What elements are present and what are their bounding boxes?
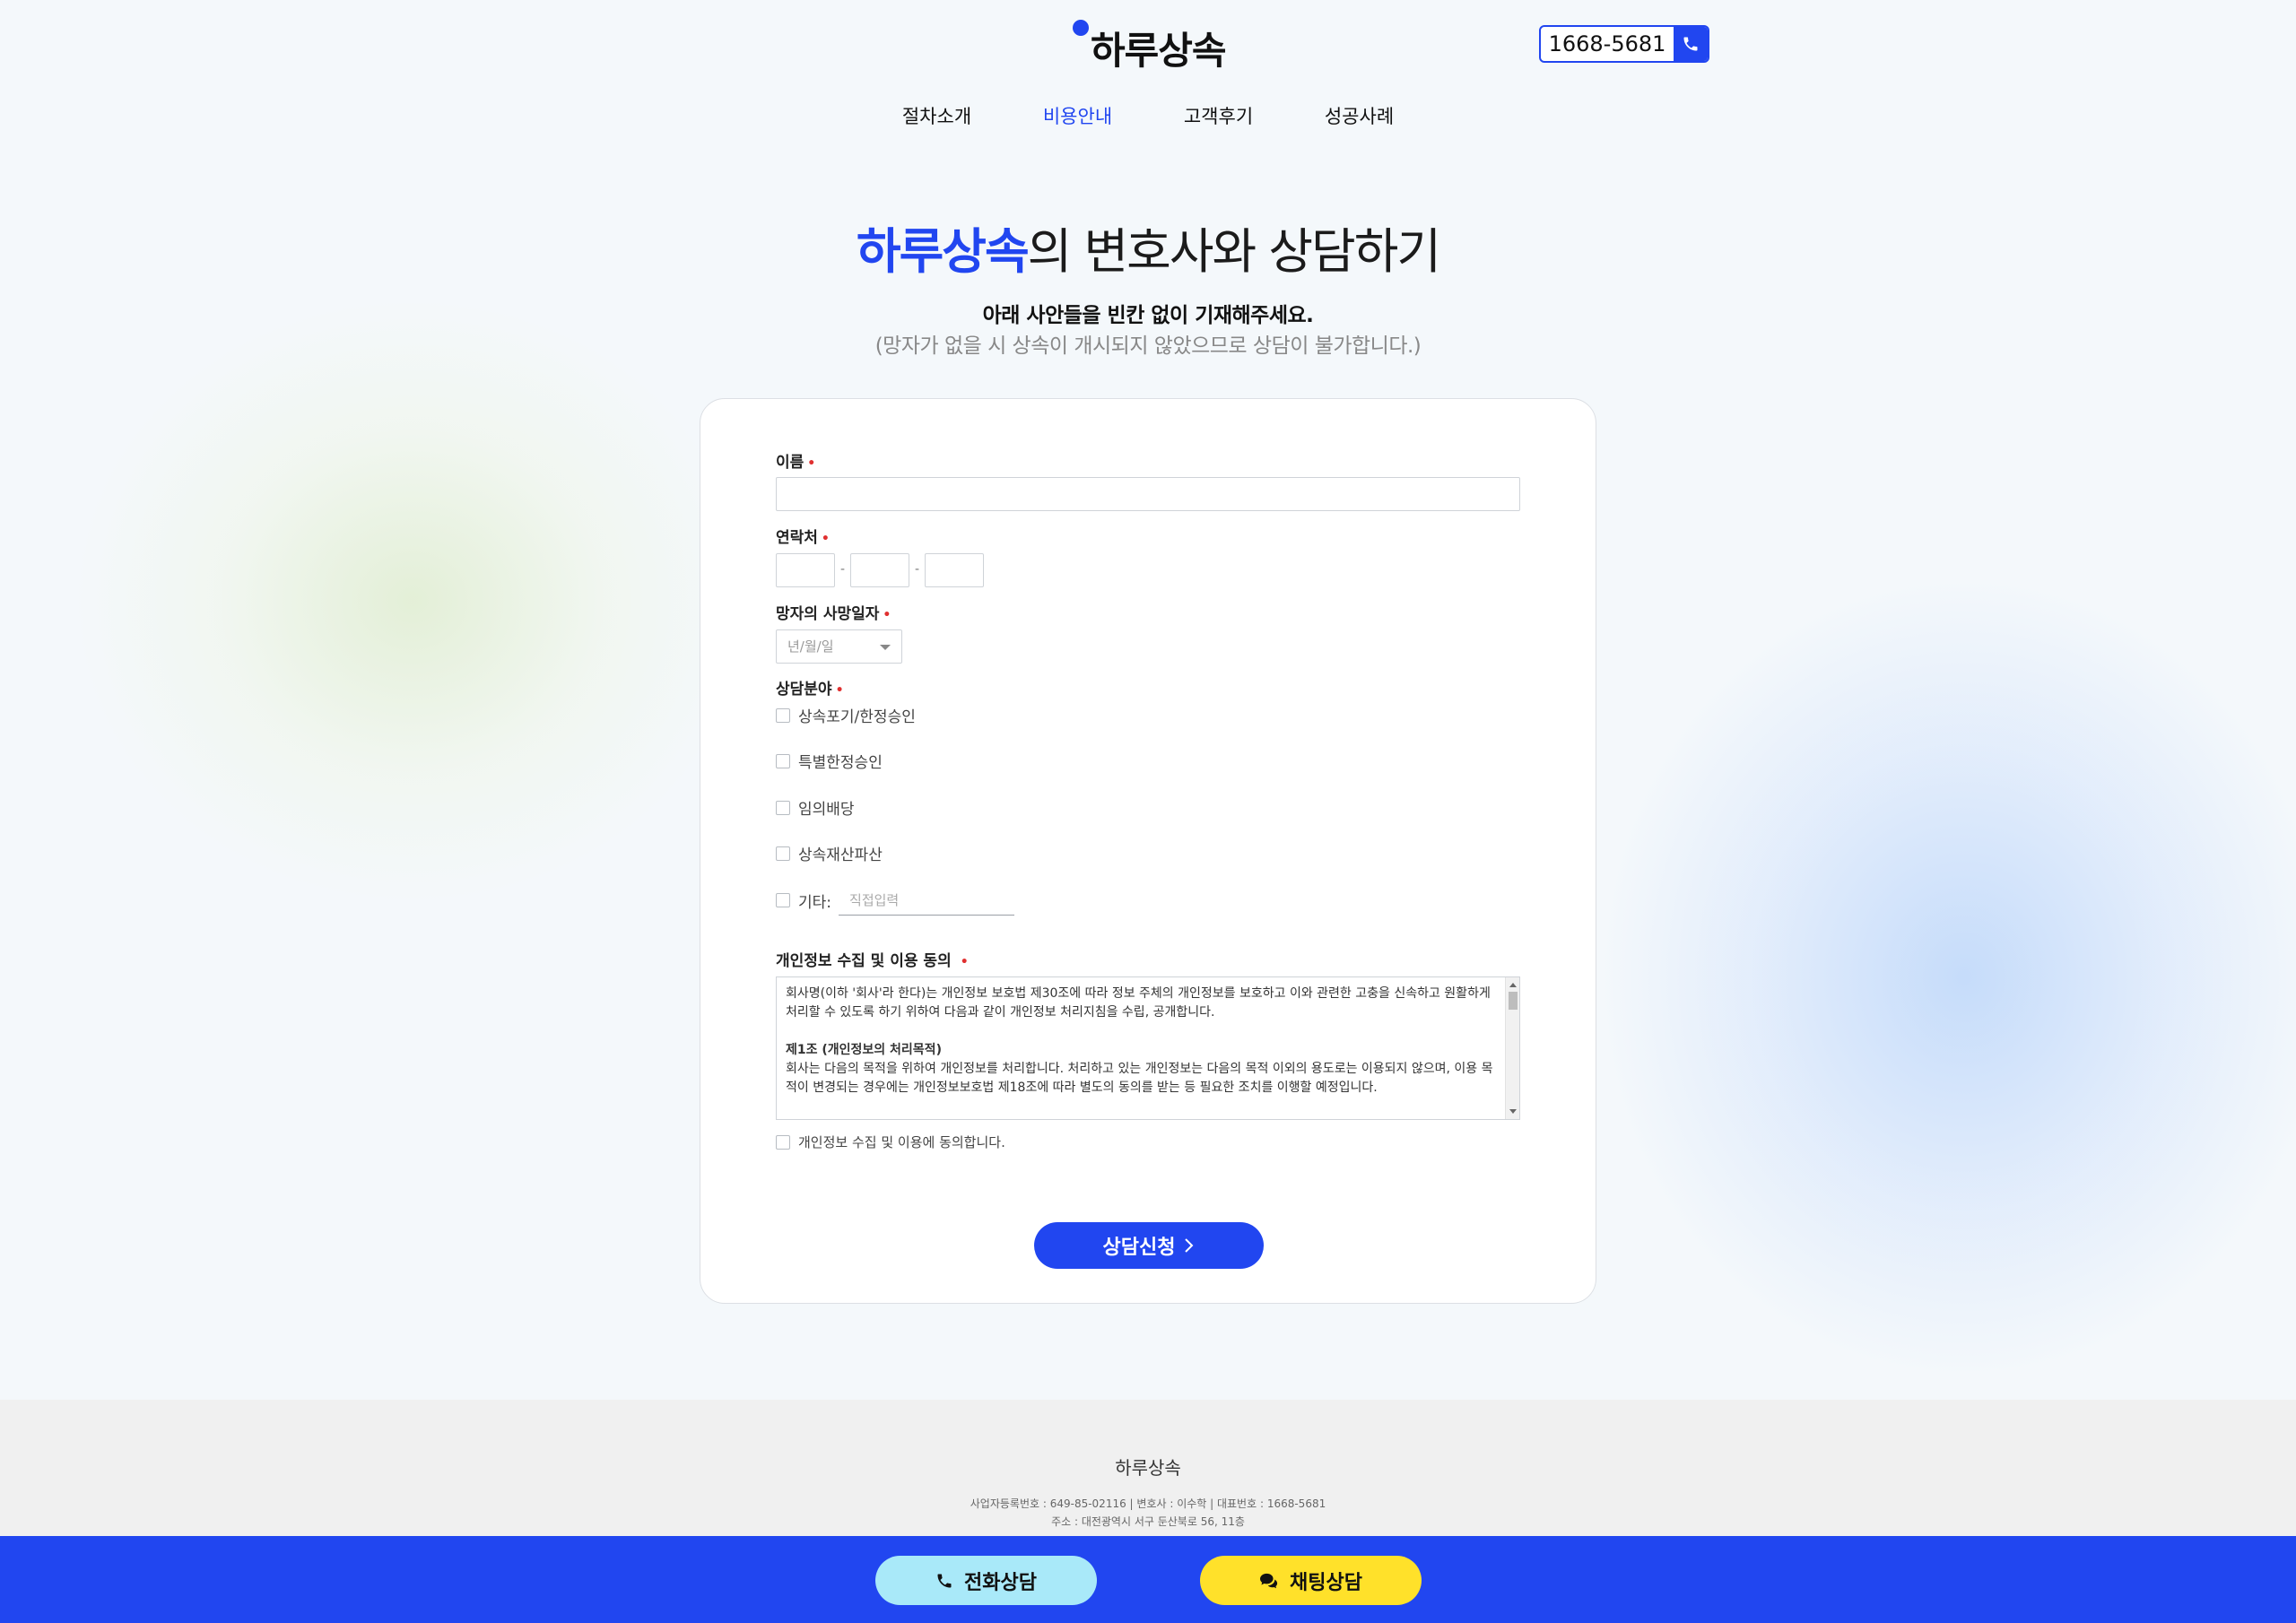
consult-option-label: 상속재산파산 [798,846,883,864]
submit-button[interactable]: 상담신청 [1034,1222,1264,1269]
name-label: 이름 • [776,449,815,472]
contact-label: 연락처 • [776,525,830,547]
other-label: 기타: [798,893,832,912]
chevron-down-icon [880,645,891,650]
consult-option-renounce[interactable]: 상속포기/한정승인 [776,704,916,726]
privacy-label-text: 개인정보 수집 및 이용 동의 [776,952,952,970]
nav-item-procedure[interactable]: 절차소개 [866,102,1007,129]
privacy-policy-textbox[interactable]: 회사명(이하 '회사'라 한다)는 개인정보 보호법 제30조에 따라 정보 주… [776,976,1520,1120]
footer-address: 주소 : 대전광역시 서구 둔산북로 56, 11층 [1051,1515,1245,1528]
checkbox[interactable] [776,1134,790,1150]
consult-option-bankruptcy[interactable]: 상속재산파산 [776,842,883,864]
logo[interactable]: 하루상속 [1073,20,1227,75]
consult-option-label: 특별한정승인 [798,754,883,772]
nav-item-reviews[interactable]: 고객후기 [1148,102,1289,129]
header-phone-button[interactable]: 1668-5681 [1539,25,1709,63]
header-phone-number: 1668-5681 [1548,31,1666,56]
page-title-rest: 의 변호사와 상담하기 [1027,223,1441,280]
page-title: 하루상속의 변호사와 상담하기 [0,212,2296,282]
required-mark: • [821,532,830,546]
phone-field-1[interactable] [776,553,835,587]
privacy-intro: 회사명(이하 '회사'라 한다)는 개인정보 보호법 제30조에 따라 정보 주… [786,986,1491,1020]
death-date-label-text: 망자의 사망일자 [776,605,880,623]
privacy-label: 개인정보 수집 및 이용 동의 • [776,948,969,970]
consultation-form: 이름 • 연락처 • - - 망자의 사망일자 • 년/월/일 상담분야 • 상속포기/… [700,398,1596,1304]
phone-icon [1674,27,1708,61]
chevron-right-icon [1185,1238,1194,1253]
consult-option-label: 상속포기/한정승인 [798,708,916,726]
logo-dot-icon [1073,20,1089,36]
page-subtitle-note: (망자가 없을 시 상속이 개시되지 않았으므로 상담이 불가합니다.) [874,334,1422,358]
consult-option-special[interactable]: 특별한정승인 [776,750,883,772]
footer-business-info: 사업자등록번호 : 649-85-02116 | 변호사 : 이수학 | 대표번… [970,1497,1326,1510]
nav-item-cost[interactable]: 비용안내 [1007,102,1148,129]
checkbox[interactable] [776,846,790,861]
phone-separator: - [840,562,846,577]
name-input[interactable] [776,477,1520,511]
background-blob-left [72,296,753,906]
consult-option-label: 임의배당 [798,801,855,819]
required-mark: • [883,608,891,622]
consult-field-label-text: 상담분야 [776,681,832,699]
privacy-section-title: 제1조 (개인정보의 처리목적) [786,1043,942,1057]
submit-button-label: 상담신청 [1102,1237,1176,1259]
checkbox[interactable] [776,753,790,768]
consult-option-other[interactable]: 기타: 직접입력 [776,885,1015,916]
required-mark: • [960,955,969,969]
privacy-scrollbar[interactable] [1505,977,1519,1119]
death-date-placeholder: 년/월/일 [787,638,834,655]
required-mark: • [807,456,816,471]
page-subtitle: 아래 사안들을 빈칸 없이 기재해주세요. [982,304,1314,327]
name-label-text: 이름 [776,454,804,472]
scroll-thumb[interactable] [1509,992,1518,1010]
consult-field-label: 상담분야 • [776,676,844,699]
chat-consult-label: 채팅상담 [1290,1571,1362,1594]
bottom-action-bar: 전화상담 채팅상담 [0,1536,2296,1623]
chat-consult-button[interactable]: 채팅상담 [1200,1556,1422,1605]
privacy-section-text: 회사는 다음의 목적을 위하여 개인정보를 처리합니다. 처리하고 있는 개인정… [786,1062,1493,1095]
nav-item-cases[interactable]: 성공사례 [1289,102,1430,129]
phone-field-3[interactable] [925,553,984,587]
checkbox[interactable] [776,800,790,815]
call-consult-button[interactable]: 전화상담 [875,1556,1097,1605]
phone-field-2[interactable] [850,553,909,587]
privacy-agree[interactable]: 개인정보 수집 및 이용에 동의합니다. [776,1133,1005,1151]
phone-separator: - [915,562,920,577]
death-date-select[interactable]: 년/월/일 [776,629,902,664]
footer-company: 하루상속 [1115,1457,1181,1479]
checkbox[interactable] [776,707,790,723]
privacy-agree-label: 개인정보 수집 및 이용에 동의합니다. [798,1134,1005,1150]
scroll-up-icon[interactable] [1509,983,1517,987]
other-input[interactable]: 직접입력 [839,885,1015,916]
logo-text: 하루상속 [1091,29,1227,73]
contact-label-text: 연락처 [776,529,818,547]
call-consult-label: 전화상담 [964,1571,1037,1594]
phone-icon [937,1574,952,1587]
chat-bubble-icon [1260,1573,1278,1588]
death-date-label: 망자의 사망일자 • [776,601,891,623]
required-mark: • [835,683,844,698]
checkbox[interactable] [776,893,790,907]
page-title-accent: 하루상속 [856,223,1030,280]
scroll-down-icon[interactable] [1509,1109,1517,1114]
background-blob-right [1596,574,2296,1381]
main-nav: 절차소개 비용안내 고객후기 성공사례 [0,102,2296,129]
consult-option-distribution[interactable]: 임의배당 [776,796,855,819]
